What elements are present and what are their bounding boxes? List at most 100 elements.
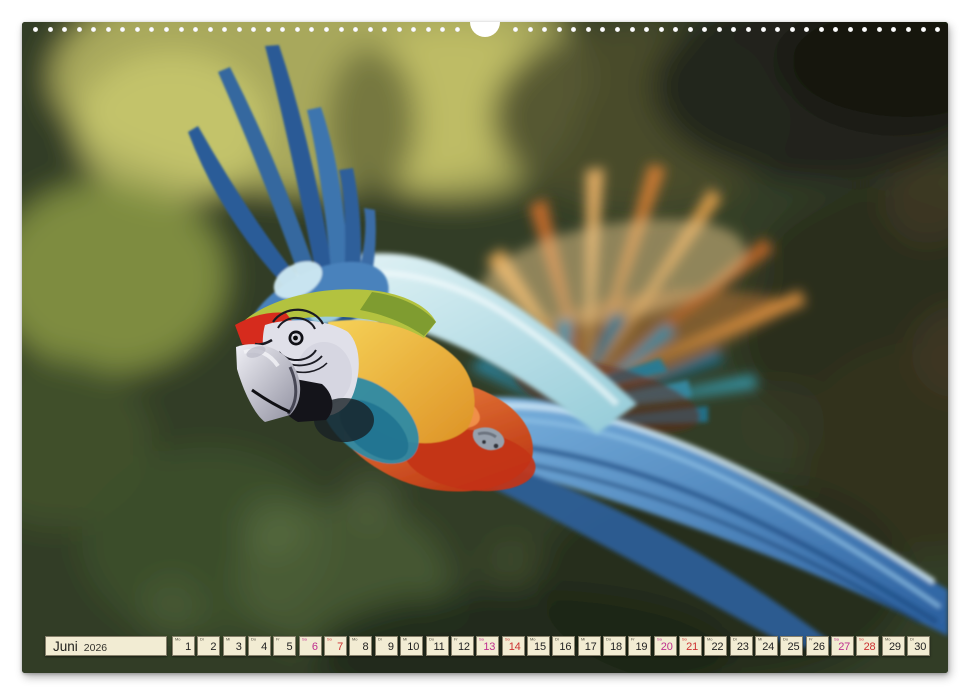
binding-hole (615, 27, 620, 32)
binding-hole (339, 27, 344, 32)
day-number: 27 (838, 642, 850, 653)
binding-hole (426, 27, 431, 32)
binding-hole (688, 27, 693, 32)
calendar-day-cell: Mo 8 (349, 636, 372, 656)
binding-hole (135, 27, 140, 32)
weekday-abbr: Mo (352, 638, 358, 642)
calendar-day-cell: So28 (856, 636, 879, 656)
calendar-day-cell: Mo22 (704, 636, 727, 656)
binding-hole (164, 27, 169, 32)
calendar-product-view: { "calendar": { "month": "Juni", "year":… (0, 0, 971, 700)
day-number: 15 (534, 642, 546, 653)
calendar-day-cell: Fr26 (806, 636, 829, 656)
binding-hole (877, 27, 882, 32)
calendar-day-cell: Fr19 (628, 636, 651, 656)
day-number: 29 (889, 642, 901, 653)
calendar-day-cell: Sa20 (654, 636, 677, 656)
binding-hole (586, 27, 591, 32)
weekday-abbr: Sa (302, 638, 307, 642)
day-number: 5 (286, 642, 292, 653)
calendar-day-cell: Mi24 (755, 636, 778, 656)
weekday-abbr: Mo (175, 638, 181, 642)
calendar-strip: Juni 2026 Mo1Di2Mi3Do4Fr5Sa6So7Mo8Di9Mi1… (22, 636, 948, 657)
day-number: 1 (185, 642, 191, 653)
binding-hole (819, 27, 824, 32)
binding-hole (557, 27, 562, 32)
binding-hole (208, 27, 213, 32)
calendar-day-cell: So21 (679, 636, 702, 656)
day-number: 10 (407, 642, 419, 653)
binding-hole (921, 27, 926, 32)
day-number: 3 (236, 642, 242, 653)
day-number: 8 (363, 642, 369, 653)
calendar-day-cell: Sa13 (476, 636, 499, 656)
binding-hole (455, 27, 460, 32)
day-number: 23 (737, 642, 749, 653)
calendar-day-cell: Fr 5 (273, 636, 296, 656)
calendar-day-cell: Mo15 (527, 636, 550, 656)
binding-hole (48, 27, 53, 32)
weekday-abbr: Do (251, 638, 256, 642)
day-number: 6 (312, 642, 318, 653)
calendar-day-cell: Do18 (603, 636, 626, 656)
day-number: 11 (433, 642, 444, 653)
calendar-day-cell: Mo 1 (172, 636, 195, 656)
calendar-day-cell: Fr12 (451, 636, 474, 656)
binding-hole (33, 27, 38, 32)
day-number: 7 (337, 642, 343, 653)
calendar-day-cell: Mi10 (400, 636, 423, 656)
binding-hole (717, 27, 722, 32)
calendar-day-cell: Di 2 (197, 636, 220, 656)
day-number: 13 (483, 642, 495, 653)
binding-hole (179, 27, 184, 32)
weekday-abbr: So (327, 638, 332, 642)
month-label-box: Juni 2026 (45, 636, 167, 656)
binding-hole (848, 27, 853, 32)
day-number: 12 (458, 642, 470, 653)
calendar-day-cell: Do 4 (248, 636, 271, 656)
calendar-day-cell: So14 (502, 636, 525, 656)
binding-hole (746, 27, 751, 32)
binding-hole (266, 27, 271, 32)
calendar-day-cell: Di 9 (375, 636, 398, 656)
day-number: 30 (914, 642, 926, 653)
binding-hole (906, 27, 911, 32)
calendar-day-cell: Mi 3 (223, 636, 246, 656)
day-number: 21 (686, 642, 698, 653)
day-number: 2 (210, 642, 216, 653)
day-number: 4 (261, 642, 267, 653)
binding-hole (761, 27, 766, 32)
binding-hole (324, 27, 329, 32)
calendar-day-cell: Di16 (552, 636, 575, 656)
binding-hole (790, 27, 795, 32)
calendar-day-cell: So 7 (324, 636, 347, 656)
weekday-abbr: Mi (226, 638, 230, 642)
weekday-abbr: Di (378, 638, 382, 642)
binding-hole (397, 27, 402, 32)
binding-hole (77, 27, 82, 32)
calendar-day-cell: Mi17 (578, 636, 601, 656)
day-number: 24 (762, 642, 774, 653)
binding-hole (368, 27, 373, 32)
day-number: 19 (635, 642, 647, 653)
day-number: 18 (610, 642, 622, 653)
day-number: 16 (559, 642, 571, 653)
binding-hole (630, 27, 635, 32)
calendar-day-cell: Di23 (730, 636, 753, 656)
calendar-day-cell: Sa27 (831, 636, 854, 656)
calendar-day-cell: Mo29 (882, 636, 905, 656)
calendar-page: Juni 2026 Mo1Di2Mi3Do4Fr5Sa6So7Mo8Di9Mi1… (22, 22, 948, 673)
day-number: 26 (813, 642, 825, 653)
day-number: 9 (388, 642, 394, 653)
weekday-abbr: Fr (276, 638, 280, 642)
day-number: 20 (661, 642, 673, 653)
day-number: 25 (788, 642, 800, 653)
macaw-photo (22, 22, 948, 673)
month-name: Juni (53, 639, 78, 654)
binding-hole (528, 27, 533, 32)
day-number: 22 (712, 642, 724, 653)
calendar-day-cell: Di30 (907, 636, 930, 656)
weekday-abbr: Di (200, 638, 204, 642)
calendar-day-cell: Sa 6 (299, 636, 322, 656)
day-number: 14 (509, 642, 521, 653)
